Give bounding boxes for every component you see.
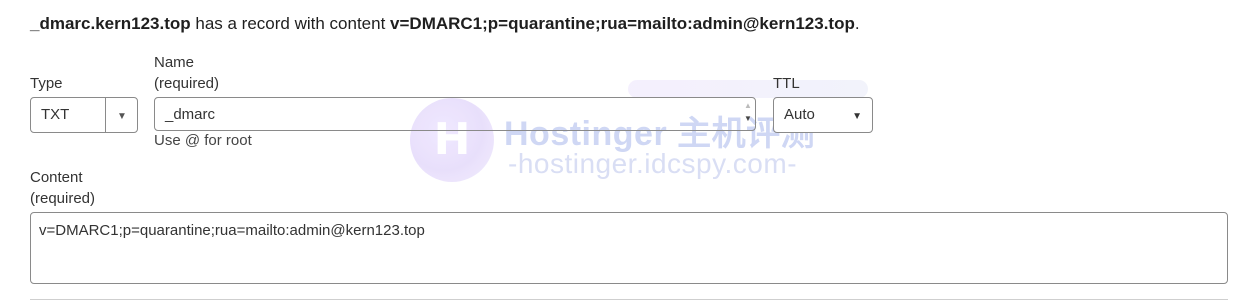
summary-middle-text: has a record with content: [190, 14, 391, 33]
ttl-select[interactable]: Auto ▼: [773, 97, 873, 133]
name-input-value: _dmarc: [165, 106, 216, 123]
chevron-down-icon[interactable]: ▼: [117, 111, 127, 122]
watermark-subtitle: -hostinger.idcspy.com-: [508, 148, 798, 179]
type-select-value: TXT: [41, 106, 70, 123]
summary-record-content: v=DMARC1;p=quarantine;rua=mailto:admin@k…: [390, 14, 855, 33]
content-textarea[interactable]: v=DMARC1;p=quarantine;rua=mailto:admin@k…: [30, 212, 1228, 284]
spin-down-icon[interactable]: ▼: [744, 114, 752, 123]
type-select-divider: [105, 98, 106, 132]
chevron-down-icon[interactable]: ▼: [852, 111, 862, 122]
content-label: Content: [30, 169, 83, 186]
summary-record-name: _dmarc.kern123.top: [30, 14, 191, 33]
record-summary: _dmarc.kern123.top has a record with con…: [30, 14, 860, 34]
divider: [30, 299, 1228, 300]
watermark-top-fragment: [628, 80, 868, 98]
ttl-select-value: Auto: [784, 106, 815, 123]
spin-up-icon[interactable]: ▲: [744, 101, 752, 110]
content-textarea-value: v=DMARC1;p=quarantine;rua=mailto:admin@k…: [39, 222, 425, 239]
ttl-label: TTL: [773, 75, 800, 92]
type-select[interactable]: TXT ▼: [30, 97, 138, 133]
name-input[interactable]: _dmarc ▲ ▼: [154, 97, 756, 131]
name-label: Name: [154, 54, 195, 71]
name-spinner[interactable]: ▲ ▼: [743, 101, 753, 127]
name-required-label: (required): [154, 75, 220, 92]
type-label: Type: [30, 75, 63, 92]
name-hint: Use @ for root: [154, 132, 252, 149]
content-required-label: (required): [30, 190, 96, 207]
summary-end-punct: .: [854, 14, 860, 33]
